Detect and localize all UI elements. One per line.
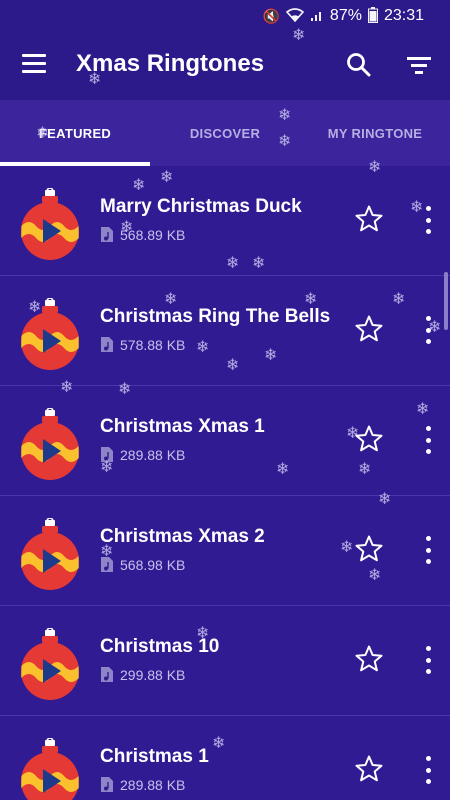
star-outline-icon[interactable]	[354, 314, 384, 344]
ringtone-size-text: 299.88 KB	[120, 666, 186, 683]
christmas-ornament-play-icon[interactable]	[20, 737, 80, 800]
star-outline-icon[interactable]	[354, 424, 384, 454]
ringtone-size-text: 578.88 KB	[120, 336, 186, 353]
search-icon[interactable]	[346, 52, 372, 78]
ringtone-row[interactable]: Christmas Xmas 1 289.88 KB	[0, 386, 450, 496]
music-file-icon	[100, 336, 114, 353]
more-vertical-icon[interactable]	[420, 756, 436, 784]
ringtone-size: 568.98 KB	[100, 556, 185, 573]
ringtone-name: Christmas Ring The Bells	[100, 306, 331, 327]
ringtone-name: Christmas Xmas 1	[100, 416, 265, 437]
star-outline-icon[interactable]	[354, 644, 384, 674]
ringtone-size: 578.88 KB	[100, 336, 185, 353]
music-file-icon	[100, 556, 114, 573]
ringtone-name: Marry Christmas Duck	[100, 196, 302, 217]
music-file-icon	[100, 776, 114, 793]
ringtone-size-text: 568.98 KB	[120, 556, 186, 573]
more-vertical-icon[interactable]	[420, 316, 436, 344]
more-vertical-icon[interactable]	[420, 536, 436, 564]
music-file-icon	[100, 666, 114, 683]
ringtone-name: Christmas Xmas 2	[100, 526, 265, 547]
battery-icon	[367, 6, 378, 26]
ringtone-row[interactable]: Marry Christmas Duck 568.89 KB	[0, 166, 450, 276]
ringtone-list: Marry Christmas Duck 568.89 KB Christmas…	[0, 166, 450, 800]
ringtone-size: 289.88 KB	[100, 776, 185, 793]
mute-icon: 🔇	[262, 7, 280, 24]
christmas-ornament-play-icon[interactable]	[20, 407, 80, 480]
ringtone-name: Christmas 1	[100, 746, 209, 767]
star-outline-icon[interactable]	[354, 204, 384, 234]
more-vertical-icon[interactable]	[420, 646, 436, 674]
ringtone-row[interactable]: Christmas 1 289.88 KB	[0, 716, 450, 800]
status-bar: 🔇 87% 23:31	[0, 0, 450, 32]
ringtone-size-text: 289.88 KB	[120, 776, 186, 793]
app-title: Xmas Ringtones	[76, 50, 265, 77]
christmas-ornament-play-icon[interactable]	[20, 517, 80, 590]
menu-icon[interactable]	[22, 54, 46, 74]
tab-bar: FEATURED DISCOVER MY RINGTONE	[0, 100, 450, 166]
app-bar: Xmas Ringtones	[0, 32, 450, 100]
tab-featured[interactable]: FEATURED	[0, 100, 150, 166]
ringtone-row[interactable]: Christmas Ring The Bells 578.88 KB	[0, 276, 450, 386]
music-file-icon	[100, 446, 114, 463]
scrollbar[interactable]	[444, 272, 448, 330]
battery-percent: 87%	[329, 7, 362, 24]
tab-discover[interactable]: DISCOVER	[150, 100, 300, 166]
ringtone-size-text: 289.88 KB	[120, 446, 186, 463]
star-outline-icon[interactable]	[354, 534, 384, 564]
christmas-ornament-play-icon[interactable]	[20, 187, 80, 260]
ringtone-row[interactable]: Christmas 10 299.88 KB	[0, 606, 450, 716]
wifi-icon	[285, 7, 305, 25]
more-vertical-icon[interactable]	[420, 206, 436, 234]
ringtone-row[interactable]: Christmas Xmas 2 568.98 KB	[0, 496, 450, 606]
signal-icon	[310, 8, 324, 25]
tab-my-ringtone[interactable]: MY RINGTONE	[300, 100, 450, 166]
music-file-icon	[100, 226, 114, 243]
ringtone-size-text: 568.89 KB	[120, 226, 186, 243]
clock: 23:31	[383, 7, 424, 24]
christmas-ornament-play-icon[interactable]	[20, 297, 80, 370]
star-outline-icon[interactable]	[354, 754, 384, 784]
ringtone-size: 568.89 KB	[100, 226, 185, 243]
ringtone-name: Christmas 10	[100, 636, 220, 657]
filter-icon[interactable]	[406, 54, 432, 76]
ringtone-size: 289.88 KB	[100, 446, 185, 463]
more-vertical-icon[interactable]	[420, 426, 436, 454]
christmas-ornament-play-icon[interactable]	[20, 627, 80, 700]
ringtone-size: 299.88 KB	[100, 666, 185, 683]
